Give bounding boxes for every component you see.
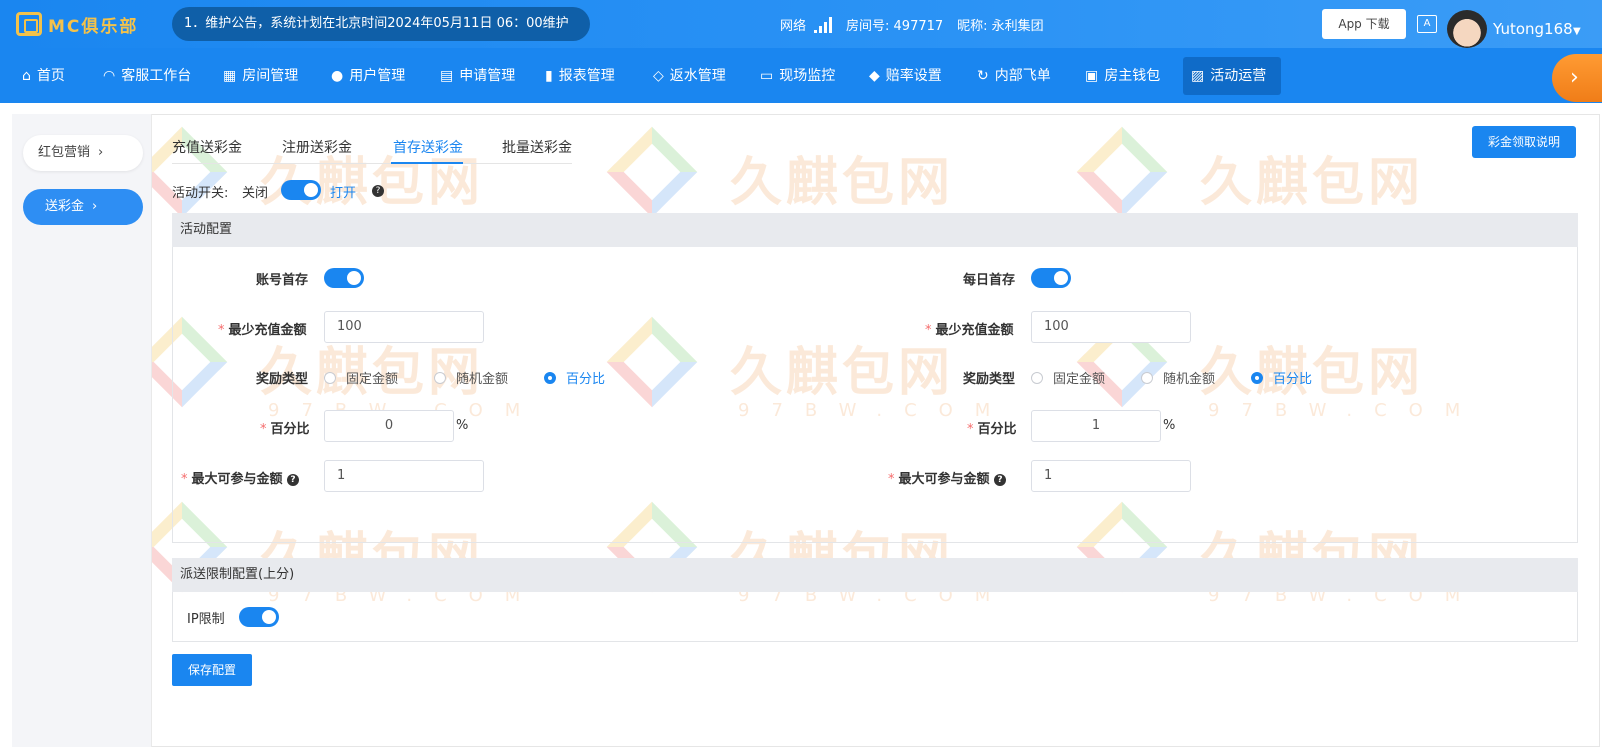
tab-batch-bonus[interactable]: 批量送彩金: [502, 137, 572, 157]
user-icon: ●: [331, 68, 344, 84]
save-config-button[interactable]: 保存配置: [172, 654, 252, 686]
nav-item-service-desk[interactable]: ◠ 客服工作台: [95, 57, 199, 95]
radio-circle-icon: [324, 371, 336, 384]
tab-recharge-bonus[interactable]: 充值送彩金: [172, 137, 242, 157]
room-number: 房间号: 497717: [846, 19, 944, 34]
reward-type-label: 奖励类型: [963, 372, 1016, 387]
chevron-down-icon[interactable]: ▼: [1573, 26, 1581, 37]
help-icon: ?: [287, 473, 300, 486]
radio-random-amount[interactable]: 随机金额: [434, 368, 508, 387]
network-label: 网络: [780, 19, 807, 34]
help-icon: ?: [994, 473, 1007, 486]
radio-circle-icon: [434, 371, 446, 384]
tab-active-indicator: [391, 162, 463, 164]
sidebar-item-bonus[interactable]: 送彩金 ›: [23, 189, 143, 225]
radio-circle-icon: [1031, 371, 1043, 384]
bar-chart-icon: ▮: [545, 68, 553, 84]
ip-limit-label: IP限制: [187, 612, 225, 627]
switch-on-text[interactable]: 打开: [330, 182, 356, 201]
username[interactable]: Yutong168: [1493, 20, 1573, 38]
percentage-label: * 百分比: [967, 422, 1017, 437]
radio-selected-icon: [544, 371, 556, 384]
nav-next-button[interactable]: ›: [1552, 54, 1602, 102]
sidebar-item-red-packet[interactable]: 红包营销 ›: [23, 135, 143, 171]
daily-first-deposit-toggle[interactable]: [1031, 268, 1071, 288]
min-recharge-input[interactable]: 100: [324, 311, 484, 343]
nav-item-internal-orders[interactable]: ↻ 内部飞单: [969, 57, 1059, 95]
logo[interactable]: MC俱乐部: [16, 10, 138, 38]
avatar[interactable]: [1447, 10, 1487, 48]
account-first-deposit-label: 账号首存: [256, 273, 309, 288]
translate-icon[interactable]: A: [1417, 15, 1437, 33]
nav-item-users[interactable]: ● 用户管理: [323, 57, 413, 95]
activity-icon: ▨: [1191, 68, 1205, 84]
radio-percentage[interactable]: 百分比: [544, 368, 605, 387]
monitor-icon: ▭: [760, 68, 774, 84]
max-amount-label: * 最大可参与金额 ?: [181, 468, 300, 487]
radio-fixed-amount[interactable]: 固定金额: [324, 368, 398, 387]
maintenance-notice[interactable]: 1．维护公告，系统计划在北京时间2024年05月11日 06：00维护: [172, 7, 590, 41]
top-bar: MC俱乐部 1．维护公告，系统计划在北京时间2024年05月11日 06：00维…: [0, 0, 1602, 48]
headset-icon: ◠: [103, 68, 116, 84]
shield-icon: ◆: [869, 68, 880, 84]
chevron-right-icon: ›: [98, 145, 104, 160]
tab-first-deposit-bonus[interactable]: 首存送彩金: [393, 137, 463, 157]
logo-text: MC俱乐部: [48, 16, 139, 37]
help-icon[interactable]: ?: [372, 183, 384, 198]
nav-item-monitor[interactable]: ▭ 现场监控: [752, 57, 843, 95]
account-first-deposit-toggle[interactable]: [324, 268, 364, 288]
bonus-explain-button[interactable]: 彩金领取说明: [1472, 126, 1576, 158]
delivery-limit-header: 派送限制配置(上分): [172, 558, 1578, 592]
max-amount-label: * 最大可参与金额 ?: [888, 468, 1007, 487]
tab-register-bonus[interactable]: 注册送彩金: [282, 137, 352, 157]
radio-selected-icon: [1251, 371, 1263, 384]
switch-off-text[interactable]: 关闭: [242, 182, 268, 201]
document-icon: ▤: [440, 68, 454, 84]
nav-item-home[interactable]: ⌂ 首页: [14, 57, 73, 95]
radio-random-amount[interactable]: 随机金额: [1141, 368, 1215, 387]
nickname: 昵称: 永利集团: [957, 19, 1044, 34]
min-recharge-label: * 最少充值金额: [925, 323, 1014, 338]
reward-type-label: 奖励类型: [256, 372, 309, 387]
nav-item-applications[interactable]: ▤ 申请管理: [432, 57, 523, 95]
nav-item-owner-wallet[interactable]: ▣ 房主钱包: [1077, 57, 1168, 95]
radio-percentage[interactable]: 百分比: [1251, 368, 1312, 387]
signal-icon: [814, 16, 833, 33]
home-icon: ⌂: [22, 68, 31, 84]
max-amount-input[interactable]: 1: [1031, 460, 1191, 492]
daily-first-deposit-label: 每日首存: [963, 273, 1016, 288]
wallet-icon: ▣: [1085, 68, 1099, 84]
status-area: 网络 房间号: 497717 昵称: 永利集团: [780, 15, 1044, 34]
chevron-right-icon: ›: [92, 199, 98, 214]
activity-config-header: 活动配置: [172, 213, 1578, 247]
nav-item-activities[interactable]: ▨ 活动运营: [1183, 57, 1281, 95]
percent-unit: %: [1163, 418, 1176, 433]
app-download-button[interactable]: App 下载: [1322, 9, 1406, 39]
refresh-icon: ↻: [977, 68, 989, 84]
max-amount-input[interactable]: 1: [324, 460, 484, 492]
min-recharge-input[interactable]: 100: [1031, 311, 1191, 343]
percentage-input[interactable]: 1: [1031, 410, 1161, 442]
logo-icon: [16, 12, 42, 36]
nav-item-rebate[interactable]: ◇ 返水管理: [645, 57, 734, 95]
nav-item-rooms[interactable]: ▦ 房间管理: [215, 57, 306, 95]
radio-fixed-amount[interactable]: 固定金额: [1031, 368, 1105, 387]
nav-item-odds[interactable]: ◆ 赔率设置: [861, 57, 950, 95]
tag-icon: ◇: [653, 68, 664, 84]
main-nav: ⌂ 首页 ◠ 客服工作台 ▦ 房间管理 ● 用户管理 ▤ 申请管理 ▮ 报表管理 ◇ 返水管理…: [0, 48, 1602, 103]
tab-bar-divider: [172, 163, 572, 164]
percent-unit: %: [456, 418, 469, 433]
activity-switch-label: 活动开关:: [172, 186, 229, 201]
chevron-right-icon: ›: [1570, 65, 1579, 90]
min-recharge-label: * 最少充值金额: [218, 323, 307, 338]
radio-circle-icon: [1141, 371, 1153, 384]
grid-icon: ▦: [223, 68, 237, 84]
ip-limit-toggle[interactable]: [239, 607, 279, 627]
percentage-label: * 百分比: [260, 422, 310, 437]
percentage-input[interactable]: 0: [324, 410, 454, 442]
nav-item-reports[interactable]: ▮ 报表管理: [537, 57, 623, 95]
activity-toggle[interactable]: [281, 180, 321, 200]
